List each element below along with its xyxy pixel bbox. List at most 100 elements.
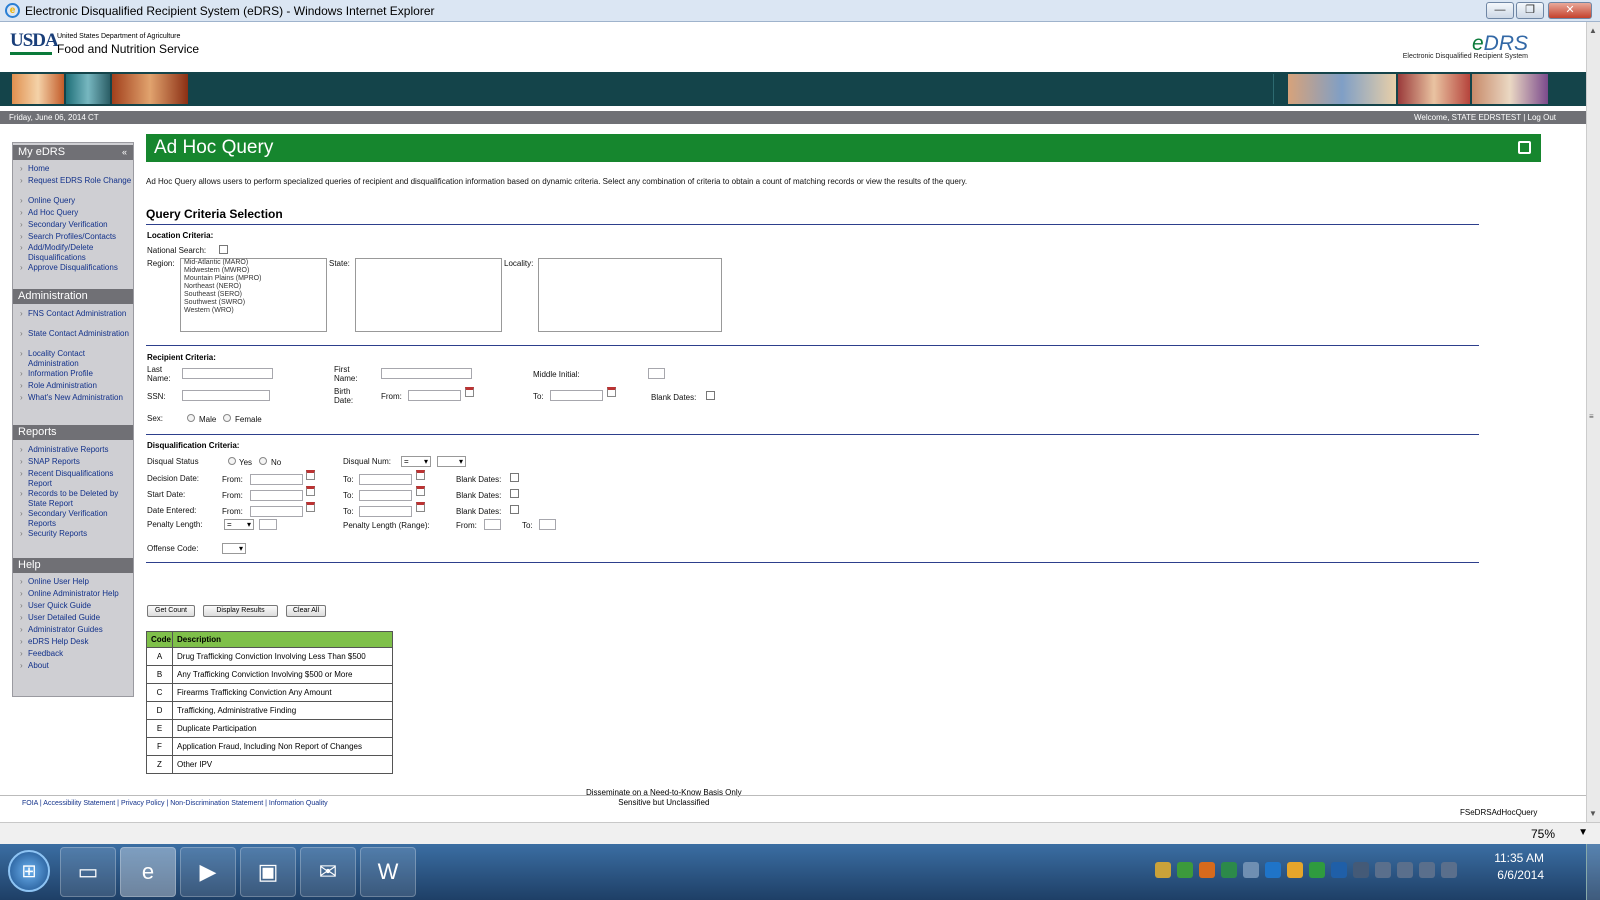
usda-logo[interactable]: USDA	[10, 30, 59, 55]
sidebar-item-user-quick-guide[interactable]: User Quick Guide	[20, 601, 136, 611]
sidebar-item-locality-contact[interactable]: Locality Contact Administration	[20, 349, 136, 369]
region-option[interactable]: Southeast (SERO)	[181, 291, 326, 299]
sidebar-item-feedback[interactable]: Feedback	[20, 649, 136, 659]
tray-icon[interactable]	[1309, 862, 1325, 878]
sidebar-item-secondary-verification[interactable]: Secondary Verification	[20, 220, 136, 230]
start-button[interactable]: ⊞	[8, 850, 50, 892]
calendar-icon[interactable]	[607, 387, 616, 397]
calendar-icon[interactable]	[306, 502, 315, 512]
sidebar-item-state-contact[interactable]: State Contact Administration	[20, 329, 136, 339]
zoom-level[interactable]: 75%	[1531, 827, 1555, 841]
sex-female-radio[interactable]	[223, 414, 231, 422]
region-option[interactable]: Southwest (SWRO)	[181, 299, 326, 307]
sidebar-item-online-admin-help[interactable]: Online Administrator Help	[20, 589, 136, 599]
sidebar-item-about[interactable]: About	[20, 661, 136, 671]
close-button[interactable]: ✕	[1548, 2, 1592, 19]
region-option[interactable]: Midwestern (MWRO)	[181, 267, 326, 275]
sidebar-item-records-deleted[interactable]: Records to be Deleted by State Report	[20, 489, 136, 509]
sidebar-item-request-role[interactable]: Request EDRS Role Change	[20, 176, 136, 186]
region-option[interactable]: Western (WRO)	[181, 307, 326, 315]
start-from-input[interactable]	[250, 490, 303, 501]
word-taskbar-icon[interactable]: W	[360, 847, 416, 897]
penalty-from-input[interactable]	[484, 519, 501, 530]
calendar-icon[interactable]	[465, 387, 474, 397]
sidebar-item-admin-guides[interactable]: Administrator Guides	[20, 625, 136, 635]
welcome-logout[interactable]: Welcome, STATE EDRSTEST | Log Out	[1414, 111, 1556, 124]
collapse-icon[interactable]: «	[122, 145, 127, 160]
sidebar-item-fns-contact[interactable]: FNS Contact Administration	[20, 309, 136, 319]
region-option[interactable]: Northeast (NERO)	[181, 283, 326, 291]
ssn-input[interactable]	[182, 390, 270, 401]
sidebar-item-online-user-help[interactable]: Online User Help	[20, 577, 136, 587]
first-name-input[interactable]	[381, 368, 472, 379]
penalty-to-input[interactable]	[539, 519, 556, 530]
tray-icon[interactable]	[1353, 862, 1369, 878]
scroll-down-icon[interactable]: ▼	[1589, 809, 1597, 818]
middle-initial-input[interactable]	[648, 368, 665, 379]
tray-icon[interactable]	[1243, 862, 1259, 878]
remote-desktop-taskbar-icon[interactable]: ▣	[240, 847, 296, 897]
disqual-num-operator-select[interactable]: =	[401, 456, 431, 467]
sidebar-item-recent-disqualifications[interactable]: Recent Disqualifications Report	[20, 469, 136, 489]
tray-icon[interactable]	[1155, 862, 1171, 878]
calendar-icon[interactable]	[306, 486, 315, 496]
calendar-icon[interactable]	[416, 470, 425, 480]
restore-button[interactable]: ❐	[1516, 2, 1544, 19]
show-desktop-button[interactable]	[1586, 844, 1600, 900]
explorer-taskbar-icon[interactable]: ▭	[60, 847, 116, 897]
sidebar-item-secondary-reports[interactable]: Secondary Verification Reports	[20, 509, 136, 529]
sidebar-item-search-profiles[interactable]: Search Profiles/Contacts	[20, 232, 136, 242]
entered-blank-checkbox[interactable]	[510, 505, 519, 514]
birth-to-input[interactable]	[550, 390, 603, 401]
entered-to-input[interactable]	[359, 506, 412, 517]
region-listbox[interactable]: Mid-Atlantic (MARO) Midwestern (MWRO) Mo…	[180, 258, 327, 332]
penalty-length-input[interactable]	[259, 519, 277, 530]
sex-male-radio[interactable]	[187, 414, 195, 422]
offense-code-select[interactable]	[222, 543, 246, 554]
state-listbox[interactable]	[355, 258, 502, 332]
penalty-operator-select[interactable]: =	[224, 519, 254, 530]
disqual-num-select[interactable]	[437, 456, 466, 467]
national-search-checkbox[interactable]	[219, 245, 228, 254]
zoom-dropdown-icon[interactable]: ▼	[1578, 827, 1588, 838]
calendar-icon[interactable]	[306, 470, 315, 480]
locality-listbox[interactable]	[538, 258, 722, 332]
region-option[interactable]: Mid-Atlantic (MARO)	[181, 259, 326, 267]
birth-from-input[interactable]	[408, 390, 461, 401]
volume-icon[interactable]	[1441, 862, 1457, 878]
tray-icon[interactable]	[1221, 862, 1237, 878]
sidebar-item-admin-reports[interactable]: Administrative Reports	[20, 445, 136, 455]
outlook-taskbar-icon[interactable]: ✉	[300, 847, 356, 897]
display-results-button[interactable]: Display Results	[203, 605, 278, 617]
calendar-icon[interactable]	[416, 502, 425, 512]
tray-icon[interactable]	[1177, 862, 1193, 878]
birth-blank-checkbox[interactable]	[706, 391, 715, 400]
sidebar-item-security-reports[interactable]: Security Reports	[20, 529, 136, 539]
scroll-grip-icon[interactable]: ≡	[1589, 412, 1594, 421]
sidebar-item-information-profile[interactable]: Information Profile	[20, 369, 136, 379]
sidebar-item-online-query[interactable]: Online Query	[20, 196, 136, 206]
network-icon[interactable]	[1419, 862, 1435, 878]
tray-icon[interactable]	[1199, 862, 1215, 878]
tray-icon[interactable]	[1287, 862, 1303, 878]
start-blank-checkbox[interactable]	[510, 489, 519, 498]
sidebar-item-whats-new[interactable]: What's New Administration	[20, 393, 136, 403]
clear-all-button[interactable]: Clear All	[286, 605, 326, 617]
print-icon[interactable]	[1518, 141, 1531, 154]
media-player-taskbar-icon[interactable]: ▶	[180, 847, 236, 897]
vertical-scrollbar[interactable]: ▲ ≡ ▼	[1586, 22, 1600, 822]
calendar-icon[interactable]	[416, 486, 425, 496]
region-option[interactable]: Mountain Plains (MPRO)	[181, 275, 326, 283]
sidebar-item-snap-reports[interactable]: SNAP Reports	[20, 457, 136, 467]
decision-from-input[interactable]	[250, 474, 303, 485]
sidebar-item-approve[interactable]: Approve Disqualifications	[20, 263, 136, 273]
disqual-no-radio[interactable]	[259, 457, 267, 465]
system-clock[interactable]: 11:35 AM 6/6/2014	[1494, 850, 1544, 884]
sidebar-item-ad-hoc-query[interactable]: Ad Hoc Query	[20, 208, 136, 218]
sidebar-item-help-desk[interactable]: eDRS Help Desk	[20, 637, 136, 647]
tray-icon[interactable]	[1265, 862, 1281, 878]
last-name-input[interactable]	[182, 368, 273, 379]
footer-links[interactable]: FOIA | Accessibility Statement | Privacy…	[22, 800, 328, 807]
bluetooth-icon[interactable]	[1331, 862, 1347, 878]
action-center-icon[interactable]	[1375, 862, 1391, 878]
